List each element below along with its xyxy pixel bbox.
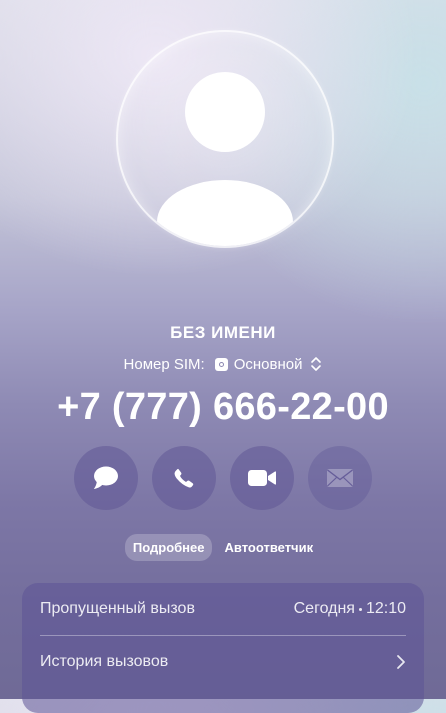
contact-avatar bbox=[116, 30, 334, 248]
call-details-card: Пропущенный вызов Сегодня 12:10 История … bbox=[22, 583, 424, 713]
call-history-row[interactable]: История вызовов bbox=[40, 636, 406, 688]
sim-label: Номер SIM: bbox=[123, 355, 205, 373]
person-silhouette-icon bbox=[157, 72, 293, 246]
call-button[interactable] bbox=[152, 446, 216, 510]
sim-card-icon bbox=[214, 357, 228, 371]
call-history-label: История вызовов bbox=[40, 653, 169, 670]
phone-icon bbox=[174, 468, 194, 488]
missed-call-row[interactable]: Пропущенный вызов Сегодня 12:10 bbox=[40, 583, 406, 635]
video-call-button[interactable] bbox=[230, 446, 294, 510]
mail-button[interactable] bbox=[308, 446, 372, 510]
missed-call-clock: 12:10 bbox=[365, 600, 406, 617]
detail-tabs: Подробнее Автоответчик bbox=[0, 533, 446, 561]
separator-dot bbox=[358, 607, 362, 611]
tab-details[interactable]: Подробнее bbox=[124, 533, 213, 561]
chevron-right-icon bbox=[397, 655, 405, 669]
sim-value: Основной bbox=[233, 355, 303, 373]
chevron-updown-icon bbox=[311, 357, 322, 371]
missed-call-day: Сегодня bbox=[293, 600, 355, 617]
missed-call-label: Пропущенный вызов bbox=[40, 600, 195, 617]
tab-voicemail[interactable]: Автоответчик bbox=[216, 534, 321, 561]
video-camera-icon bbox=[248, 470, 276, 486]
envelope-icon bbox=[327, 469, 353, 487]
action-buttons bbox=[74, 446, 372, 510]
speech-bubble-icon bbox=[93, 466, 118, 489]
contact-name: БЕЗ ИМЕНИ bbox=[170, 323, 276, 342]
message-button[interactable] bbox=[74, 446, 138, 510]
sim-selector[interactable]: Номер SIM: Основной bbox=[0, 353, 446, 375]
phone-number: +7 (777) 666-22-00 bbox=[57, 386, 389, 428]
missed-call-time: Сегодня 12:10 bbox=[294, 600, 406, 618]
